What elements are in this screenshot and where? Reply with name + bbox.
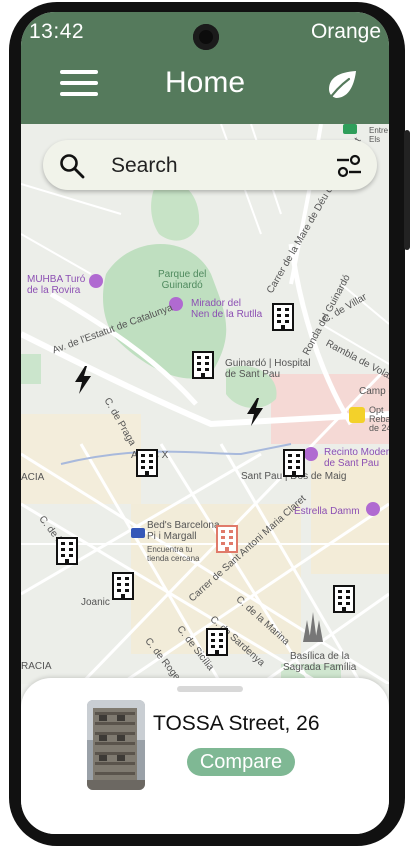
map-label-mirador: Mirador del Nen de la Rutlla	[191, 298, 263, 320]
front-camera	[193, 24, 219, 50]
status-carrier: Orange	[310, 20, 381, 43]
building-marker[interactable]	[282, 448, 306, 478]
map-label-joanic: Joanic	[81, 597, 110, 608]
map-label-beds-sub: Encuentra tu tienda cercana	[147, 545, 200, 563]
map-label-estrella: Estrella Damm	[294, 506, 360, 517]
sheet-drag-handle[interactable]	[177, 686, 243, 692]
map-label-recinto: Recinto Moder de Sant Pau	[324, 447, 389, 469]
property-address: TOSSA Street, 26	[153, 712, 320, 735]
compare-button[interactable]: Compare	[187, 748, 295, 776]
building-marker[interactable]	[271, 302, 295, 332]
property-bottom-sheet[interactable]: TOSSA Street, 26 Compare	[21, 678, 389, 834]
building-marker[interactable]	[332, 584, 356, 614]
map-label-gracia-2: RACIA	[21, 661, 52, 672]
search-input[interactable]: Search	[111, 154, 178, 178]
map-view[interactable]: Parque del Guinardó Mirador del Nen de l…	[21, 124, 389, 684]
building-marker[interactable]	[135, 448, 159, 478]
lightning-bolt-icon[interactable]	[73, 366, 93, 394]
map-label-opt: Opt Reba de 24	[369, 405, 389, 433]
leaf-icon[interactable]	[323, 68, 359, 104]
map-label-muhba: MUHBA Turó de la Rovira	[27, 274, 86, 296]
search-bar[interactable]: Search	[43, 140, 377, 190]
phone-frame: Parque del Guinardó Mirador del Nen de l…	[9, 2, 410, 846]
app-header: 13:42 Orange Home	[21, 12, 389, 124]
map-label-gracia-1: ACIA	[21, 472, 45, 483]
building-marker[interactable]	[111, 571, 135, 601]
map-label-sagrada: Basílica de la Sagrada Família	[283, 651, 357, 673]
filter-sliders-icon[interactable]	[335, 153, 363, 179]
search-icon	[60, 154, 85, 179]
building-marker[interactable]	[55, 536, 79, 566]
app-screen: Parque del Guinardó Mirador del Nen de l…	[21, 12, 389, 834]
building-marker[interactable]	[191, 350, 215, 380]
building-marker[interactable]	[205, 627, 229, 657]
property-thumbnail[interactable]	[87, 700, 145, 790]
lightning-bolt-icon[interactable]	[245, 398, 265, 426]
map-label-hospital: Guinardó | Hospital de Sant Pau	[225, 358, 311, 380]
map-label-camp: Camp d	[359, 386, 389, 397]
status-time: 13:42	[29, 20, 85, 43]
building-marker-selected[interactable]	[215, 524, 239, 554]
map-label-beds: Bed's Barcelona Pi i Margall	[147, 520, 220, 542]
map-label-entre: Entre Els	[369, 126, 389, 144]
map-label-parque: Parque del Guinardó	[158, 269, 207, 291]
